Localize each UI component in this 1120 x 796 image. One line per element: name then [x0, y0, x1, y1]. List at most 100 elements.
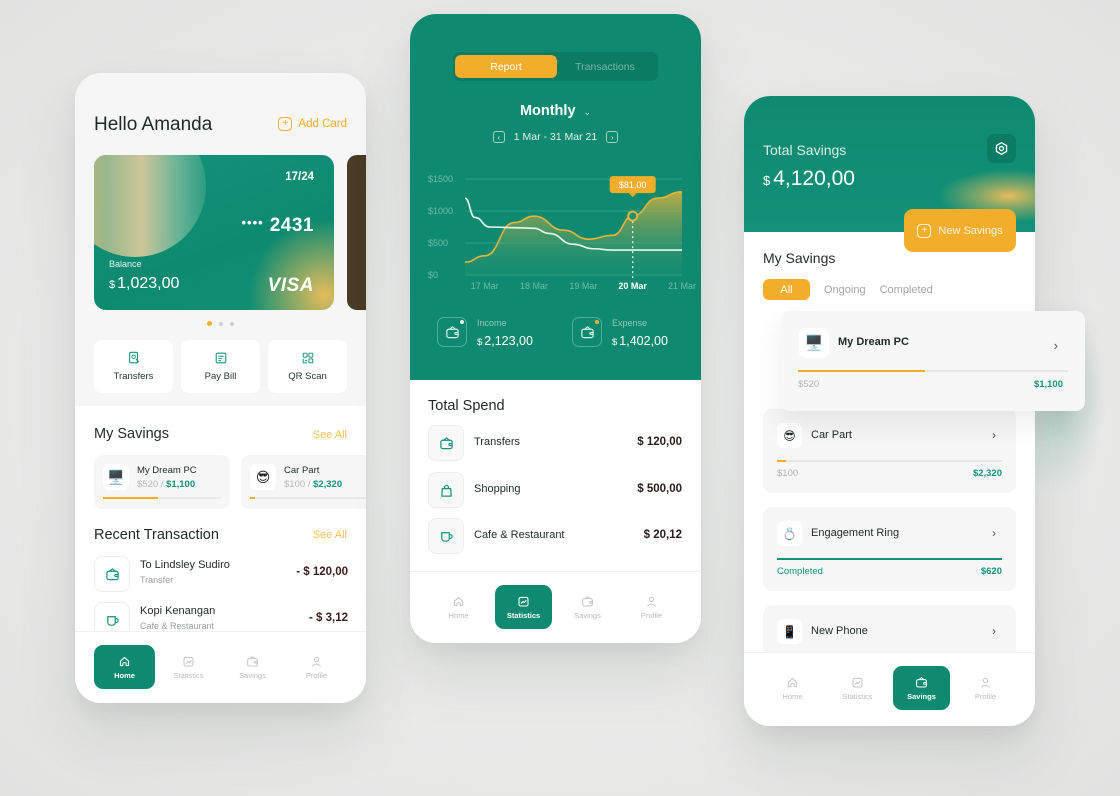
- nav-savings[interactable]: Savings: [893, 666, 950, 710]
- saving-goal: $620: [980, 566, 1002, 577]
- saving-goal: $2,320: [313, 479, 343, 490]
- statistics-icon: [851, 676, 864, 689]
- nav-profile[interactable]: Profile: [955, 666, 1016, 710]
- saving-progress-track: [250, 497, 366, 499]
- wallet-icon: [94, 556, 130, 592]
- saving-item-car-part[interactable]: 😎 Car Part $100 / $2,320: [241, 455, 366, 509]
- nav-statistics[interactable]: Statistics: [158, 645, 219, 689]
- balance-value: $1,023,00: [109, 275, 179, 293]
- spend-amount: $ 500,00: [637, 483, 682, 495]
- transactions-see-all-link[interactable]: See All: [313, 529, 347, 541]
- saving-progress-track: [777, 558, 1002, 560]
- savings-filters: All Ongoing Completed: [763, 279, 933, 300]
- currency-symbol: $: [763, 173, 771, 188]
- computer-icon: 🖥️: [799, 328, 829, 358]
- spend-row[interactable]: Shopping $ 500,00: [428, 472, 682, 508]
- card-number: •••• 2431: [242, 215, 315, 237]
- tab-transactions[interactable]: Transactions: [554, 55, 656, 78]
- nav-profile[interactable]: Profile: [621, 585, 682, 629]
- saving-amount: $520 / $1,100: [137, 479, 195, 490]
- saving-card-engagement-ring[interactable]: 💍 Engagement Ring › Completed $620: [763, 507, 1016, 591]
- nav-label: Home: [448, 610, 469, 620]
- income-indicator: [460, 320, 464, 324]
- total-spend-title: Total Spend: [428, 398, 505, 414]
- transfers-button[interactable]: Transfers: [94, 340, 173, 393]
- carousel-dot[interactable]: [219, 321, 223, 326]
- nav-home[interactable]: Home: [428, 585, 489, 629]
- nav-savings[interactable]: Savings: [557, 585, 618, 629]
- transaction-category: Transfer: [140, 575, 174, 585]
- add-card-button[interactable]: + Add Card: [278, 117, 347, 131]
- saving-current: $100: [777, 468, 799, 479]
- expense-wallet-icon: [572, 317, 602, 347]
- saving-name: My Dream PC: [137, 465, 197, 476]
- nav-statistics[interactable]: Statistics: [827, 666, 888, 710]
- saving-name: My Dream PC: [838, 336, 909, 348]
- saving-progress-fill: [250, 497, 255, 499]
- filter-ongoing[interactable]: Ongoing: [824, 284, 866, 296]
- spend-row[interactable]: Cafe & Restaurant $ 20,12: [428, 518, 682, 554]
- saving-item-dream-pc[interactable]: 🖥️ My Dream PC $520 / $1,100: [94, 455, 230, 509]
- next-card-peek[interactable]: [347, 155, 366, 310]
- home-icon: [452, 595, 465, 608]
- my-savings-title: My Savings: [94, 426, 169, 442]
- savings-icon: [581, 595, 594, 608]
- sunglasses-emoji-icon: 😎: [777, 423, 802, 448]
- income-wallet-icon: [437, 317, 467, 347]
- prev-range-button[interactable]: ‹: [492, 131, 505, 143]
- cup-icon: [428, 518, 464, 554]
- phone-icon: 📱: [777, 619, 802, 644]
- carousel-dot[interactable]: [207, 321, 212, 326]
- saving-card-car-part[interactable]: 😎 Car Part › $100 $2,320: [763, 409, 1016, 493]
- new-savings-button[interactable]: + New Savings: [904, 209, 1016, 252]
- bottom-nav: Home Statistics Savings Profile: [744, 652, 1035, 726]
- transaction-name: Kopi Kenangan: [140, 605, 216, 617]
- tab-report[interactable]: Report: [455, 55, 557, 78]
- next-range-button[interactable]: ›: [606, 131, 619, 143]
- statistics-header: Report Transactions Monthly ⌄ ‹ 1 Mar - 3…: [410, 14, 701, 380]
- filter-completed[interactable]: Completed: [880, 284, 933, 296]
- nav-home[interactable]: Home: [94, 645, 155, 689]
- filter-all[interactable]: All: [763, 279, 810, 300]
- spend-category: Shopping: [474, 483, 521, 495]
- home-icon: [118, 655, 131, 668]
- transaction-amount: - $ 3,12: [309, 612, 348, 624]
- x-tick-label: 18 Mar: [520, 281, 548, 291]
- bank-card[interactable]: 17/24 •••• 2431 Balance $1,023,00 VISA: [94, 155, 334, 310]
- spend-amount: $ 20,12: [643, 529, 682, 541]
- profile-icon: [979, 676, 992, 689]
- income-amount: 2,123,00: [484, 334, 533, 348]
- featured-saving-card[interactable]: 🖥️ My Dream PC › $520 $1,100: [781, 311, 1085, 411]
- nav-profile[interactable]: Profile: [286, 645, 347, 689]
- total-savings-label: Total Savings: [763, 142, 847, 158]
- spend-row[interactable]: Transfers $ 120,00: [428, 425, 682, 461]
- saving-current: $520: [798, 379, 820, 390]
- savings-icon: [246, 655, 259, 668]
- nav-home[interactable]: Home: [762, 666, 823, 710]
- nav-label: Home: [114, 670, 135, 680]
- transaction-category: Cafe & Restaurant: [140, 621, 215, 631]
- saving-progress-fill: [798, 370, 925, 372]
- saving-progress-track: [777, 460, 1002, 462]
- savings-see-all-link[interactable]: See All: [313, 429, 347, 441]
- savings-screen: Total Savings $4,120,00 + New Savings My…: [744, 96, 1035, 726]
- carousel-dot[interactable]: [230, 321, 234, 326]
- plus-icon: +: [917, 223, 932, 238]
- period-dropdown[interactable]: Monthly ⌄: [410, 103, 701, 119]
- bill-icon: [215, 352, 226, 364]
- x-tick-label: 20 Mar: [618, 281, 647, 291]
- chevron-right-icon: ›: [1053, 338, 1058, 353]
- nav-label: Statistics: [173, 670, 204, 680]
- tooltip-value: $81,00: [619, 180, 647, 190]
- spend-category: Transfers: [474, 436, 521, 448]
- qr-scan-button[interactable]: QR Scan: [268, 340, 347, 393]
- pay-bill-button[interactable]: Pay Bill: [181, 340, 260, 393]
- nav-savings[interactable]: Savings: [222, 645, 283, 689]
- settings-button[interactable]: [987, 134, 1016, 163]
- transaction-name: To Lindsley Sudiro: [140, 559, 230, 571]
- transaction-row[interactable]: To Lindsley Sudiro Transfer - $ 120,00: [94, 556, 348, 594]
- transfers-label: Transfers: [113, 371, 154, 382]
- shopping-bag-icon: [428, 472, 464, 508]
- nav-label: Profile: [640, 610, 663, 620]
- nav-statistics[interactable]: Statistics: [495, 585, 552, 629]
